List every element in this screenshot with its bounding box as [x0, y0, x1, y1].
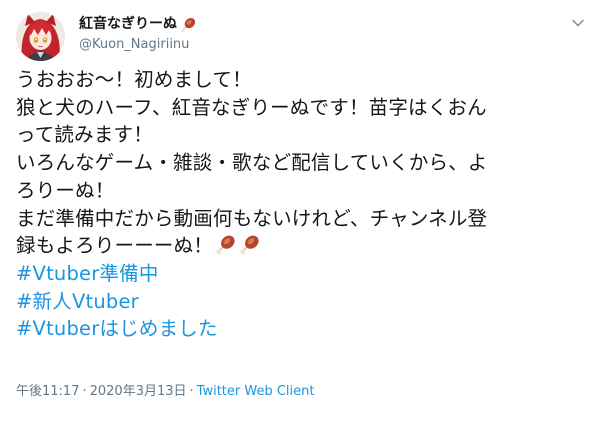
user-names: 紅音なぎりーぬ @Kuon_Nagiriinu: [79, 14, 197, 54]
avatar[interactable]: [16, 12, 65, 61]
chevron-down-icon[interactable]: [569, 14, 587, 32]
tweet-header: 紅音なぎりーぬ @Kuon_Nagiriinu: [16, 12, 587, 62]
meat-on-bone-icon: [240, 235, 259, 255]
tweet-line-with-emoji: 録もよろりーーーぬ！: [16, 232, 591, 260]
tweet-line: 録もよろりーーーぬ！: [16, 234, 214, 258]
tweet-line: いろんなゲーム・雑談・歌など配信していくから、よ: [16, 151, 488, 175]
hashtag-link[interactable]: #新人Vtuber: [16, 288, 591, 316]
tweet-date[interactable]: 2020年3月13日: [90, 384, 187, 399]
avatar-image: [16, 12, 65, 61]
tweet-line: ろりーぬ！: [16, 178, 115, 202]
tweet-text: うおおお〜！初めまして！ 狼と犬のハーフ、紅音なぎりーぬです！苗字はくおん って…: [16, 66, 591, 343]
hashtag-link[interactable]: #Vtuberはじめました: [16, 315, 591, 343]
tweet-line: って読みます！: [16, 123, 153, 147]
hashtag-link[interactable]: #Vtuber準備中: [16, 260, 591, 288]
meat-on-bone-icon: [216, 235, 235, 255]
tweet-line: まだ準備中だから動画何もないけれど、チャンネル登: [16, 206, 488, 230]
user-handle[interactable]: @Kuon_Nagiriinu: [79, 36, 197, 54]
meat-on-bone-icon: [181, 17, 196, 33]
tweet-line: 狼と犬のハーフ、紅音なぎりーぬです！苗字はくおん: [16, 95, 487, 119]
meta-separator: ·: [189, 384, 194, 399]
tweet-line: うおおお〜！初めまして！: [16, 68, 252, 91]
tweet-card: 紅音なぎりーぬ @Kuon_Nagiriinu うおおお〜！初めまして！ 狼と犬…: [0, 0, 603, 423]
display-name-row[interactable]: 紅音なぎりーぬ: [79, 14, 197, 34]
meta-separator: ·: [82, 384, 87, 399]
tweet-time[interactable]: 午後11:17: [16, 384, 79, 399]
client-link[interactable]: Twitter Web Client: [197, 384, 315, 399]
tweet-meta: 午後11:17 · 2020年3月13日 · Twitter Web Client: [16, 383, 314, 401]
display-name[interactable]: 紅音なぎりーぬ: [79, 14, 177, 34]
